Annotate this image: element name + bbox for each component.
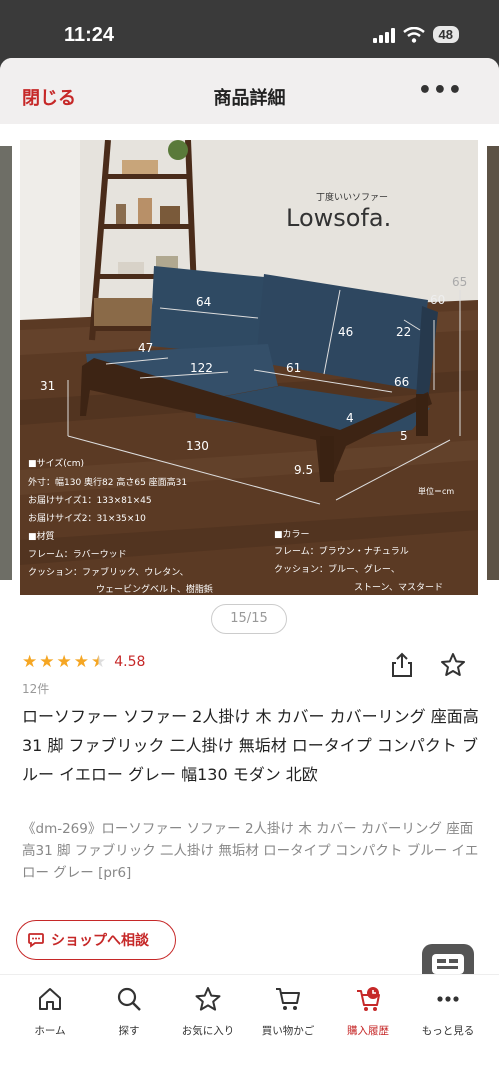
dim-5: 5 [400,429,408,443]
star-half-icon: ★ [91,652,107,672]
spec-material-line3: ウェービングベルト、樹脂鋲 [96,583,213,595]
history-icon [357,987,380,1011]
star-full-icon: ★ [22,652,38,672]
more-icon [437,996,459,1002]
dim-60: 60 [430,293,445,307]
star-full-icon: ★ [73,652,89,672]
next-image-peek[interactable] [487,146,499,580]
spec-color-line2: クッション：ブルー、グレー、 [274,563,400,575]
dim-46: 46 [338,325,353,339]
dim-65: 65 [452,275,467,289]
shop-consult-button[interactable]: ショップへ相談 [16,920,176,960]
dim-130: 130 [186,439,209,453]
nav-home[interactable]: ホーム [10,985,90,1038]
spec-color-line3: ストーン、マスタード [354,582,443,593]
dim-66: 66 [394,375,409,389]
product-detail-sheet: 閉じる 商品詳細 ••• 丁度いいソファー Lowsofa. 64 46 22 … [0,58,499,1080]
spec-size-line1: 外寸：幅130 奥行82 高さ65 座面高31 [28,476,187,488]
product-title: ローソファー ソファー 2人掛け 木 カバー カバーリング 座面高31 脚 ファ… [22,707,479,784]
status-icons: 48 [372,26,459,43]
rating-value: 4.58 [114,654,146,670]
search-icon [117,987,141,1011]
nav-more[interactable]: もっと見る [408,985,488,1038]
dim-61: 61 [286,361,301,375]
dim-9-5: 9.5 [294,463,313,477]
nav-label-favorites: お気に入り [181,1025,235,1037]
wifi-icon [402,26,425,43]
dim-4: 4 [346,411,354,425]
sheet-header: 閉じる 商品詳細 ••• [0,58,499,124]
rating-stars[interactable]: ★ ★ ★ ★ ★ 4.58 [22,652,145,672]
nav-label-search: 探す [118,1025,140,1037]
nav-cart[interactable]: 買い物かご [248,985,328,1038]
brand-tag: 丁度いいソファー [316,191,388,203]
dim-47: 47 [138,341,153,355]
chat-bubble-icon [28,933,44,948]
star-full-icon: ★ [39,652,55,672]
spec-color-line1: フレーム：ブラウン・ナチュラル [274,545,409,557]
nav-history[interactable]: 購入履歴 [328,985,408,1038]
status-time: 11:24 [64,24,115,46]
cellular-signal-icon [372,27,395,43]
star-icon [195,987,221,1011]
favorite-star-icon[interactable] [440,652,466,678]
bottom-nav: ホーム 探す お気に入り 買い物かご 購入履歴 もっと見る [0,974,499,1080]
previous-image-peek[interactable] [0,146,12,580]
battery-indicator: 48 [432,26,459,43]
share-icon[interactable] [390,652,414,678]
spec-size-line2: お届けサイズ1：133×81×45 [28,494,152,506]
nav-label-more: もっと見る [421,1025,475,1037]
nav-label-history: 購入履歴 [347,1025,389,1037]
spec-material-heading: ■材質 [28,530,55,542]
image-gallery[interactable]: 丁度いいソファー Lowsofa. 64 46 22 60 65 47 122 … [0,140,499,600]
brand-name: Lowsofa. [286,204,391,232]
dim-122: 122 [190,361,213,375]
shop-consult-label: ショップへ相談 [51,933,149,949]
star-full-icon: ★ [56,652,72,672]
spec-color-heading: ■カラー [274,529,310,540]
spec-material-line1: フレーム：ラバーウッド [28,549,127,560]
spec-size-line3: お届けサイズ2：31×35×10 [28,512,146,524]
dim-64: 64 [196,295,211,309]
unit-label: 単位＝cm [418,486,454,496]
spec-size-heading: ■サイズ(cm) [28,457,84,469]
product-subtitle: 《dm-269》ローソファー ソファー 2人掛け 木 カバー カバーリング 座面… [22,821,479,881]
more-options-button[interactable]: ••• [418,78,463,103]
home-icon [39,988,61,1010]
sofa-photo: 丁度いいソファー Lowsofa. 64 46 22 60 65 47 122 … [20,140,478,595]
spec-material-line2: クッション：ファブリック、ウレタン、 [28,566,189,578]
review-count[interactable]: 12件 [22,680,49,697]
nav-search[interactable]: 探す [89,985,169,1038]
nav-label-cart: 買い物かご [261,1025,315,1037]
cart-icon [276,988,300,1010]
product-image[interactable]: 丁度いいソファー Lowsofa. 64 46 22 60 65 47 122 … [20,140,478,595]
dim-22: 22 [396,325,411,339]
dim-31: 31 [40,379,55,393]
nav-favorites[interactable]: お気に入り [168,985,248,1038]
image-counter: 15/15 [211,604,287,634]
nav-label-home: ホーム [34,1025,66,1037]
